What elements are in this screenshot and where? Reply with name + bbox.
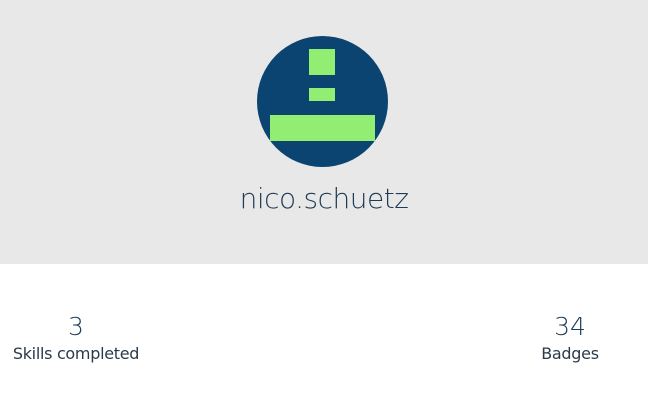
stat-skills-completed: 3 Skills completed xyxy=(6,311,146,365)
identicon-avatar-icon xyxy=(257,36,388,167)
avatar-block-bottom xyxy=(270,115,375,141)
profile-page: nico.schuetz 3 Skills completed 34 Badge… xyxy=(0,0,648,412)
profile-header: nico.schuetz xyxy=(0,0,648,264)
stat-badges: 34 Badges xyxy=(520,311,620,365)
stat-skills-label: Skills completed xyxy=(12,344,140,363)
avatar-block-middle xyxy=(309,88,335,101)
stat-badges-label: Badges xyxy=(541,344,599,363)
username: nico.schuetz xyxy=(239,182,409,215)
stat-skills-value: 3 xyxy=(68,312,84,341)
avatar-block-top xyxy=(309,49,335,75)
stat-badges-value: 34 xyxy=(554,312,586,341)
